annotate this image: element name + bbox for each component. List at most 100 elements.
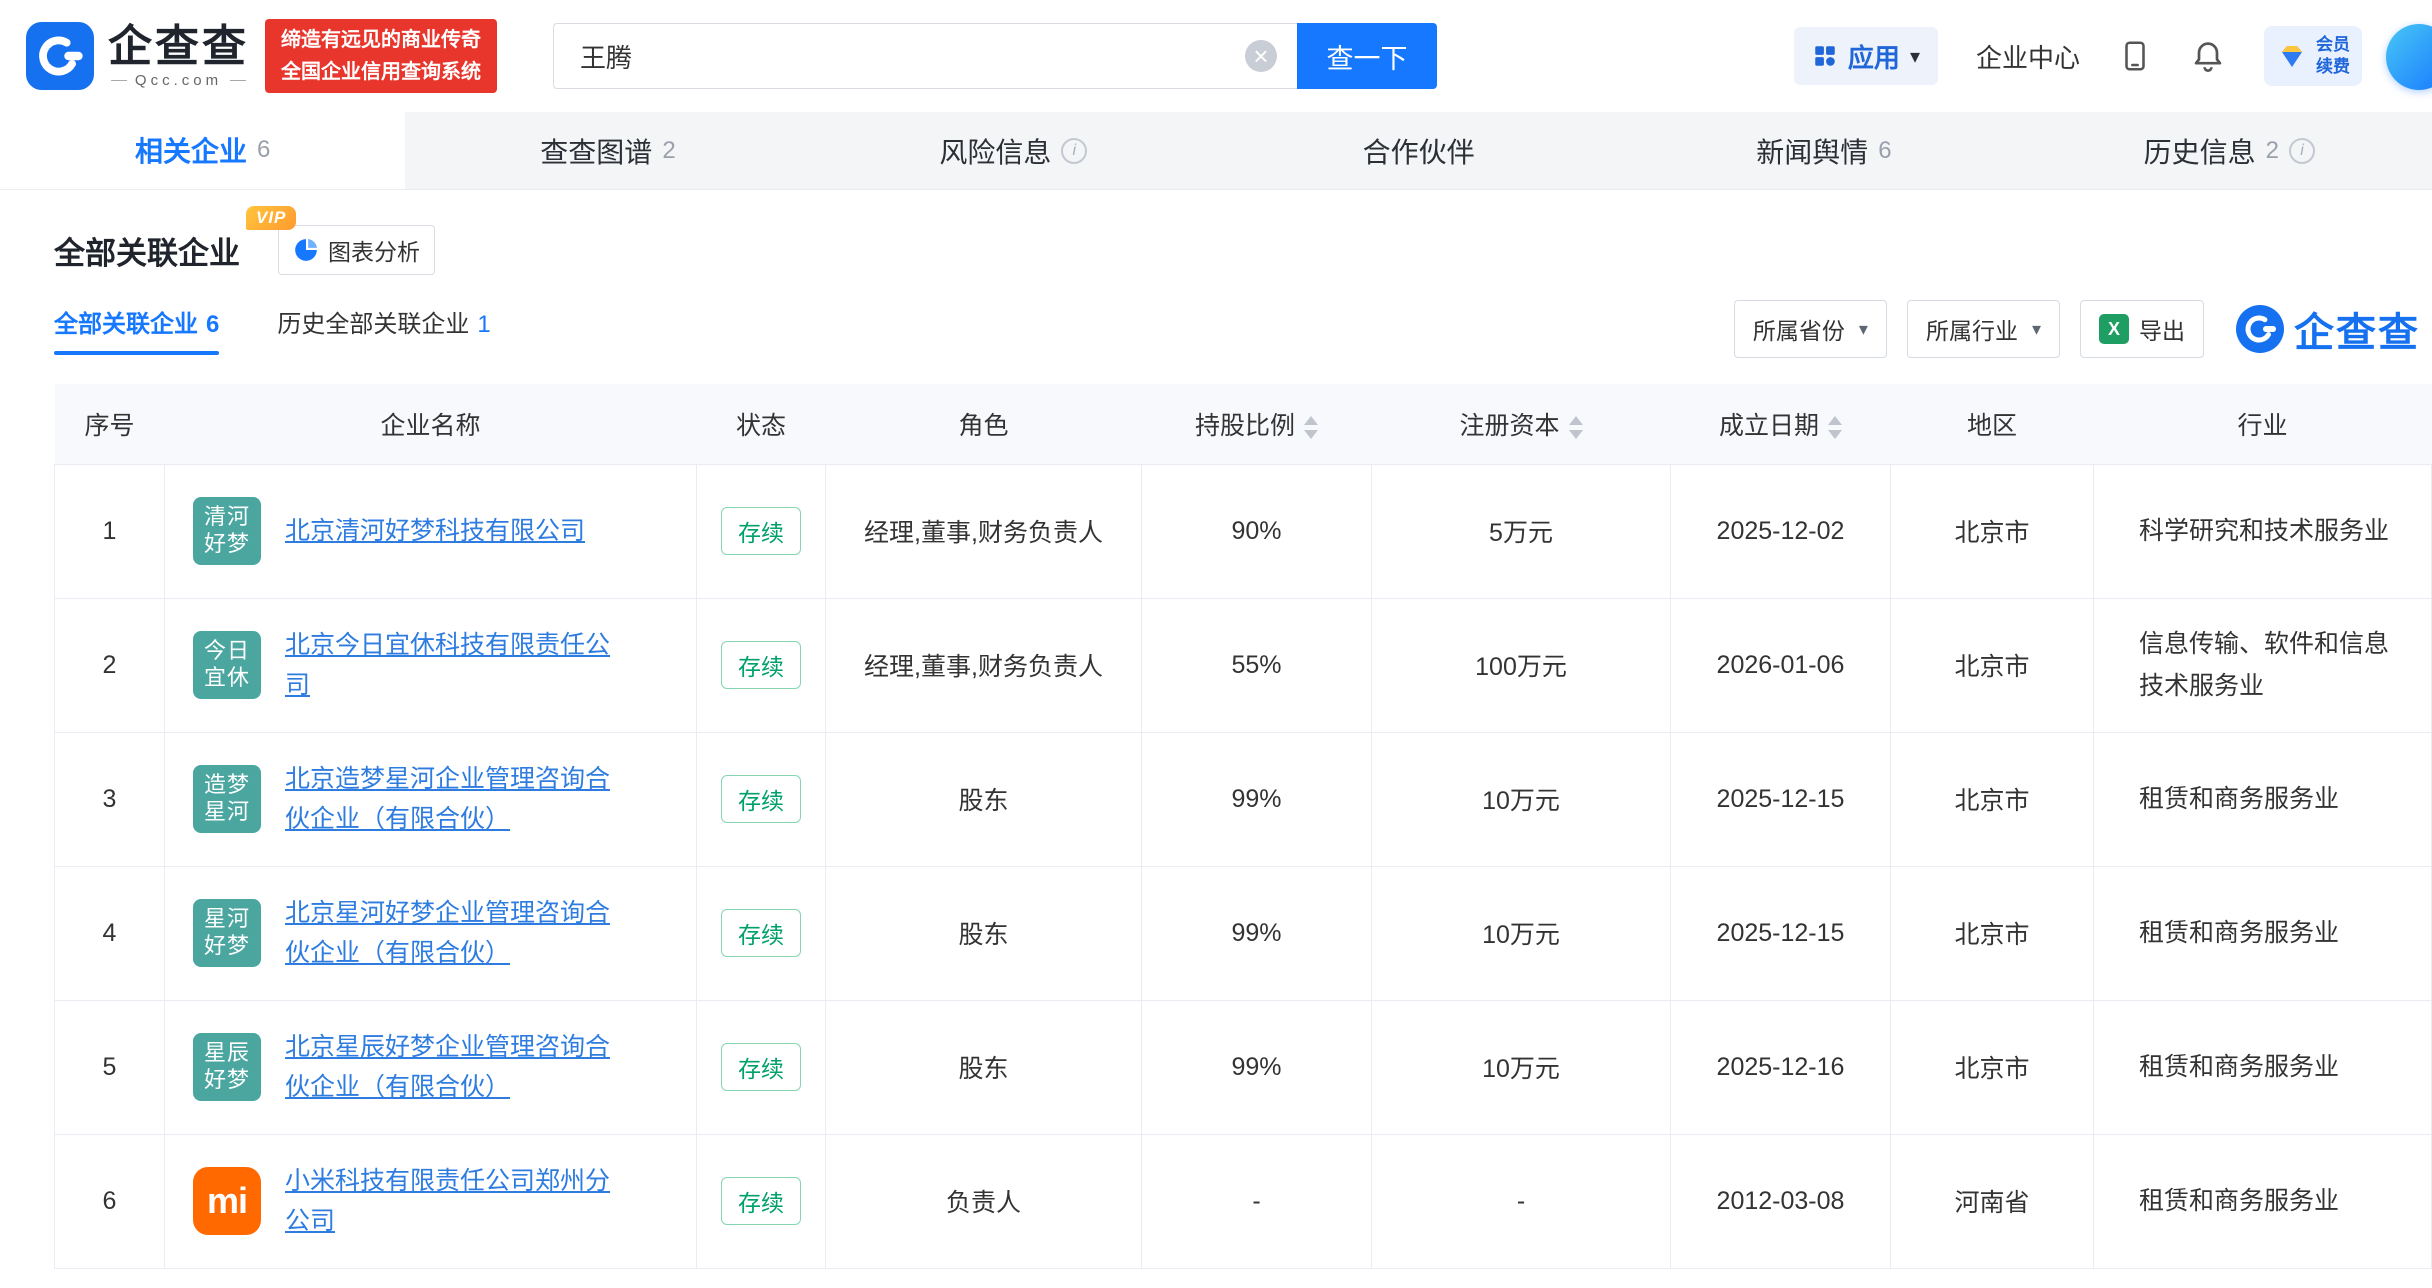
grid-icon [1815, 46, 1835, 66]
vip-renew-button[interactable]: 会员 续费 [2264, 25, 2362, 87]
vip-badge: VIP [246, 206, 297, 230]
page-title: 全部关联企业 [54, 235, 240, 271]
chevron-down-icon [1859, 319, 1868, 340]
xiaomi-logo: mi [193, 1167, 261, 1235]
column-header-share[interactable]: 持股比例 [1141, 384, 1372, 464]
province-filter[interactable]: 所属省份 [1733, 300, 1887, 358]
notifications-button[interactable] [2190, 38, 2226, 74]
subtab-all-related[interactable]: 全部关联企业 6 [54, 304, 220, 355]
company-link[interactable]: 北京造梦星河企业管理咨询合伙企业（有限合伙） [285, 759, 630, 840]
corner-logo-text: 企查查 [2294, 311, 2420, 355]
status-badge: 存续 [721, 909, 801, 957]
company-logo: 星河 好梦 [193, 899, 261, 967]
slogan-line1: 缔造有远见的商业传奇 [281, 29, 481, 51]
companies-table: 序号 企业名称 状态 角色 持股比例 注册资本 成立日期 地区 行业 1 清河 … [54, 384, 2432, 1269]
company-logo: 造梦 星河 [193, 765, 261, 833]
subtab-count: 6 [206, 310, 220, 338]
apps-button[interactable]: 应用 [1793, 27, 1938, 85]
sort-icon [1568, 415, 1583, 439]
qcc-logo-icon [26, 22, 94, 90]
subtab-history-related[interactable]: 历史全部关联企业 1 [277, 304, 490, 355]
industry-filter[interactable]: 所属行业 [1906, 300, 2060, 358]
row-number: 4 [54, 865, 165, 1001]
region-cell: 河南省 [1890, 1133, 2094, 1269]
company-link[interactable]: 北京星辰好梦企业管理咨询合伙企业（有限合伙） [285, 1027, 630, 1108]
region-cell: 北京市 [1890, 865, 2094, 1001]
capital-cell: 100万元 [1371, 597, 1671, 733]
status-cell: 存续 [696, 1133, 826, 1269]
industry-filter-label: 所属行业 [1925, 318, 2018, 344]
tab-label: 合作伙伴 [1362, 136, 1475, 168]
tab-count: 6 [1878, 136, 1892, 164]
clear-icon[interactable] [1245, 40, 1277, 72]
company-link[interactable]: 北京星河好梦企业管理咨询合伙企业（有限合伙） [285, 893, 630, 974]
capital-cell: - [1371, 1133, 1671, 1269]
vip-renew-label: 会员 续费 [2316, 34, 2350, 78]
capital-cell: 5万元 [1371, 463, 1671, 599]
corner-brand-logo: 企查查 [2236, 300, 2420, 358]
main-tab-bar: 相关企业 6 查查图谱 2 风险信息 合作伙伴 新闻舆情 6 历史信息 2 [0, 112, 2432, 190]
chart-analysis-button[interactable]: 图表分析 [278, 225, 435, 275]
vip-line2: 续费 [2316, 57, 2350, 76]
mobile-icon [2125, 41, 2145, 71]
subtab-count: 1 [477, 310, 491, 338]
status-badge: 存续 [721, 507, 801, 555]
tab-risk-info[interactable]: 风险信息 [811, 112, 1216, 189]
search-box [553, 23, 1297, 89]
status-badge: 存续 [721, 1177, 801, 1225]
tab-count: 2 [662, 136, 676, 164]
info-icon [2288, 137, 2315, 164]
column-header-capital[interactable]: 注册资本 [1371, 384, 1671, 464]
industry-cell: 租赁和商务服务业 [2093, 865, 2432, 1001]
tab-chart-graph[interactable]: 查查图谱 2 [405, 112, 810, 189]
sort-icon [1304, 415, 1318, 439]
row-number: 5 [54, 999, 165, 1135]
table-row: 2 今日 宜休 北京今日宜休科技有限责任公司 存续 经理,董事,财务负责人 55%… [54, 597, 2432, 733]
industry-cell: 租赁和商务服务业 [2093, 999, 2432, 1135]
column-header-industry: 行业 [2093, 384, 2432, 464]
subtabs: 全部关联企业 6 历史全部关联企业 1 [54, 304, 491, 355]
tab-label: 查查图谱 [540, 136, 653, 168]
company-cell: 造梦 星河 北京造梦星河企业管理咨询合伙企业（有限合伙） [164, 731, 697, 867]
enterprise-center-link[interactable]: 企业中心 [1976, 38, 2080, 75]
customer-service-icon[interactable] [2386, 24, 2432, 90]
tab-label: 新闻舆情 [1756, 136, 1869, 168]
row-number: 1 [54, 463, 165, 599]
pie-chart-icon [295, 238, 318, 261]
company-cell: 今日 宜休 北京今日宜休科技有限责任公司 [164, 597, 697, 733]
sort-icon [1828, 415, 1842, 439]
region-cell: 北京市 [1890, 731, 2094, 867]
table-row: 5 星辰 好梦 北京星辰好梦企业管理咨询合伙企业（有限合伙） 存续 股东 99% … [54, 999, 2432, 1135]
company-link[interactable]: 北京清河好梦科技有限公司 [285, 511, 585, 552]
search-button[interactable]: 查一下 [1297, 23, 1437, 89]
status-cell: 存续 [696, 463, 826, 599]
company-cell: 星辰 好梦 北京星辰好梦企业管理咨询合伙企业（有限合伙） [164, 999, 697, 1135]
column-header-date[interactable]: 成立日期 [1670, 384, 1891, 464]
industry-cell: 租赁和商务服务业 [2093, 731, 2432, 867]
region-cell: 北京市 [1890, 463, 2094, 599]
status-badge: 存续 [721, 1043, 801, 1091]
industry-cell: 科学研究和技术服务业 [2093, 463, 2432, 599]
tab-label: 相关企业 [134, 136, 247, 167]
column-header-region: 地区 [1890, 384, 2094, 464]
apps-label: 应用 [1847, 42, 1900, 73]
tab-partners[interactable]: 合作伙伴 [1216, 112, 1621, 189]
date-cell: 2025-12-02 [1670, 463, 1891, 599]
qcc-logo[interactable]: 企查查 Qcc.com [26, 22, 249, 90]
tab-news[interactable]: 新闻舆情 6 [1621, 112, 2026, 189]
search-area: 查一下 [553, 23, 1437, 89]
export-button[interactable]: 导出 [2080, 300, 2204, 358]
company-link[interactable]: 小米科技有限责任公司郑州分公司 [285, 1161, 630, 1242]
mobile-app-button[interactable] [2118, 39, 2152, 73]
date-cell: 2025-12-16 [1670, 999, 1891, 1135]
company-link[interactable]: 北京今日宜休科技有限责任公司 [285, 625, 630, 706]
search-input[interactable] [554, 24, 1297, 88]
company-logo: 今日 宜休 [193, 631, 261, 699]
company-cell: 星河 好梦 北京星河好梦企业管理咨询合伙企业（有限合伙） [164, 865, 697, 1001]
chart-analysis-label: 图表分析 [328, 239, 420, 265]
tab-history-info[interactable]: 历史信息 2 [2027, 112, 2432, 189]
row-number: 6 [54, 1133, 165, 1269]
role-cell: 股东 [825, 865, 1142, 1001]
bell-icon [2194, 42, 2222, 72]
tab-related-companies[interactable]: 相关企业 6 [0, 112, 406, 189]
